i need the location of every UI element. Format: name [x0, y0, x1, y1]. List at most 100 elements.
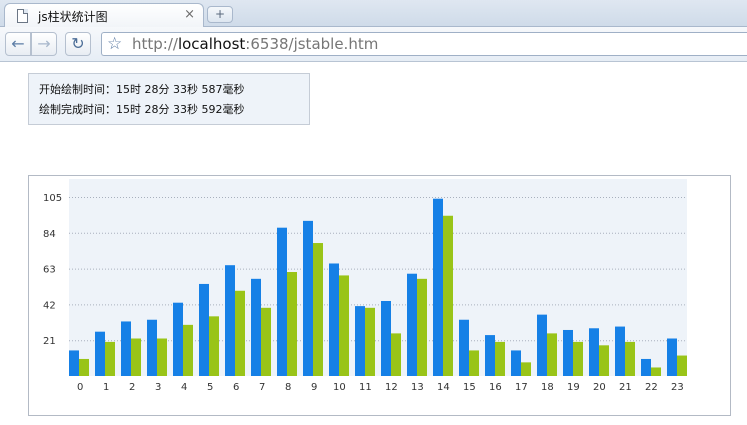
bar-series-2	[651, 367, 661, 376]
bar-series-2	[131, 338, 141, 376]
forward-arrow-icon: →	[37, 34, 51, 53]
bar-series-2	[313, 243, 323, 376]
x-tick-label: 14	[437, 382, 450, 393]
x-tick-label: 21	[619, 382, 632, 393]
back-button[interactable]: ←	[5, 32, 31, 56]
bar-series-2	[287, 272, 297, 376]
x-tick-label: 16	[489, 382, 502, 393]
back-arrow-icon: ←	[11, 34, 25, 53]
bar-series-1	[485, 335, 495, 376]
start-time-text: 开始绘制时间：15时 28分 33秒 587毫秒	[39, 83, 245, 96]
bar-series-2	[183, 324, 193, 376]
bar-series-1	[563, 329, 573, 376]
x-tick-label: 5	[207, 382, 213, 393]
bar-series-2	[573, 341, 583, 376]
bar-chart: 21 42 63 84 105 0 1 2 3 4 5 6 7 8 9 10 11 12 13 14 15 16 17 18 1…	[28, 175, 731, 416]
bar-series-2	[443, 215, 453, 376]
x-tick-label: 20	[593, 382, 606, 393]
url-host: localhost	[177, 35, 246, 53]
bar-series-2	[365, 307, 375, 376]
x-tick-label: 22	[645, 382, 658, 393]
bar-series-1	[667, 338, 677, 376]
bar-series-1	[121, 321, 131, 376]
reload-icon: ↻	[71, 34, 85, 53]
x-tick-label: 17	[515, 382, 528, 393]
bar-series-1	[511, 350, 521, 376]
url-text: http://localhost:6538/jstable.htm	[132, 35, 378, 53]
chart-svg: 214263841050 1 2 3 4 5 6 7 8 9 10 11 12 13 14 15 16 17 18 1…	[43, 179, 687, 393]
bar-series-1	[355, 306, 365, 376]
bar-series-1	[199, 283, 209, 376]
bar-series-2	[469, 350, 479, 376]
forward-button[interactable]: →	[31, 32, 57, 56]
bar-series-1	[433, 198, 443, 376]
new-tab-button[interactable]: +	[207, 6, 233, 23]
x-tick-label: 6	[233, 382, 239, 393]
page-icon	[17, 9, 28, 23]
bar-series-2	[677, 355, 687, 376]
bar-series-1	[381, 300, 391, 376]
x-tick-label: 18	[541, 382, 554, 393]
y-tick-label: 63	[43, 265, 56, 276]
bar-series-1	[589, 328, 599, 376]
y-tick-label: 42	[43, 300, 56, 311]
x-tick-label: 7	[259, 382, 265, 393]
tab-close-icon[interactable]: ×	[184, 7, 195, 22]
bar-series-1	[225, 265, 235, 376]
bar-series-1	[147, 319, 157, 376]
bar-series-2	[79, 358, 89, 376]
x-tick-label: 9	[311, 382, 317, 393]
x-tick-label: 19	[567, 382, 580, 393]
bar-series-2	[105, 341, 115, 376]
x-tick-label: 11	[359, 382, 372, 393]
bar-series-1	[615, 326, 625, 376]
bar-series-2	[209, 316, 219, 376]
bar-series-2	[417, 278, 427, 376]
bar-series-1	[95, 331, 105, 376]
x-tick-label: 1	[103, 382, 109, 393]
end-time-text: 绘制完成时间：15时 28分 33秒 592毫秒	[39, 103, 245, 116]
tab-title: js柱状统计图	[38, 10, 108, 24]
x-tick-label: 8	[285, 382, 291, 393]
y-tick-label: 105	[43, 193, 62, 204]
bar-series-2	[625, 341, 635, 376]
x-tick-label: 0	[77, 382, 83, 393]
y-tick-label: 84	[43, 229, 56, 240]
bar-series-1	[303, 220, 313, 376]
address-bar[interactable]: ☆ http://localhost:6538/jstable.htm	[101, 32, 747, 56]
bar-series-1	[459, 319, 469, 376]
timing-panel: 开始绘制时间：15时 28分 33秒 587毫秒 绘制完成时间：15时 28分 …	[28, 73, 310, 125]
x-tick-label: 13	[411, 382, 424, 393]
browser-toolbar: ← → ↻ ☆ http://localhost:6538/jstable.ht…	[0, 27, 747, 62]
x-tick-label: 10	[333, 382, 346, 393]
reload-button[interactable]: ↻	[65, 32, 91, 56]
tab-strip: js柱状统计图 × +	[0, 0, 747, 28]
bar-series-2	[339, 275, 349, 376]
x-tick-label: 4	[181, 382, 187, 393]
bar-series-1	[69, 350, 79, 376]
y-tick-label: 21	[43, 336, 56, 347]
x-tick-label: 15	[463, 382, 476, 393]
bar-series-2	[235, 290, 245, 376]
bar-series-2	[261, 307, 271, 376]
bar-series-1	[641, 358, 651, 376]
bar-series-1	[277, 227, 287, 376]
browser-tab[interactable]: js柱状统计图 ×	[4, 3, 204, 28]
x-tick-label: 2	[129, 382, 135, 393]
bar-series-1	[329, 263, 339, 376]
bookmark-star-icon[interactable]: ☆	[107, 33, 122, 55]
bar-series-1	[537, 314, 547, 376]
bar-series-2	[521, 362, 531, 376]
x-tick-label: 23	[671, 382, 684, 393]
bar-series-2	[495, 341, 505, 376]
x-tick-label: 3	[155, 382, 161, 393]
bar-series-1	[173, 302, 183, 376]
bar-series-2	[157, 338, 167, 376]
bar-series-2	[547, 333, 557, 376]
bar-series-1	[251, 278, 261, 376]
bar-series-1	[407, 273, 417, 376]
x-tick-label: 12	[385, 382, 398, 393]
url-prefix: http://	[132, 35, 178, 53]
bar-series-2	[391, 333, 401, 376]
bar-series-2	[599, 345, 609, 376]
